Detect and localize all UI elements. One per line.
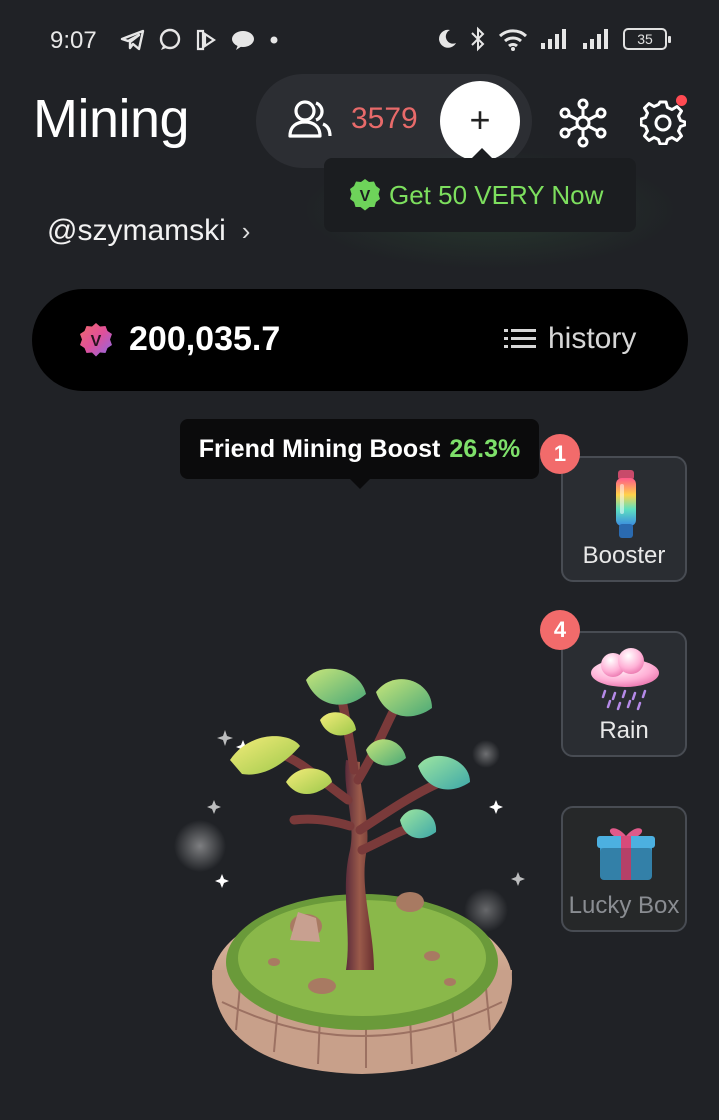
balance-value: 200,035.7 bbox=[129, 320, 281, 358]
status-time: 9:07 bbox=[50, 27, 97, 54]
chevron-right-icon: › bbox=[241, 215, 251, 246]
svg-text:V: V bbox=[91, 333, 102, 350]
rain-label: Rain bbox=[599, 717, 649, 744]
promo-text: Get 50 VERY Now bbox=[389, 179, 604, 210]
friends-icon[interactable] bbox=[286, 98, 334, 142]
bluetooth-icon bbox=[471, 26, 485, 52]
status-left-icons bbox=[120, 28, 280, 52]
telegram-icon bbox=[120, 29, 145, 51]
network-icon[interactable] bbox=[558, 98, 608, 148]
booster-button[interactable]: Booster bbox=[561, 456, 687, 582]
moon-icon bbox=[439, 29, 456, 48]
username: @szymamski bbox=[47, 214, 226, 247]
signal-icon bbox=[583, 29, 608, 49]
page-title: Mining bbox=[33, 89, 190, 149]
rain-count-badge: 4 bbox=[540, 610, 580, 650]
app-icon bbox=[196, 29, 216, 51]
lucky-box-button[interactable]: Lucky Box bbox=[561, 806, 687, 932]
svg-text:V: V bbox=[360, 188, 371, 205]
notification-dot bbox=[676, 95, 687, 106]
gift-box-icon bbox=[597, 828, 655, 880]
boost-label: Friend Mining Boost bbox=[198, 434, 441, 463]
rain-cloud-icon bbox=[591, 648, 659, 711]
status-bar: 9:07 35 bbox=[0, 0, 719, 80]
very-coin-icon: V bbox=[80, 323, 112, 357]
booster-potion-icon bbox=[616, 470, 636, 538]
signal-icon bbox=[541, 29, 566, 49]
booster-label: Booster bbox=[582, 542, 666, 569]
status-right-icons: 35 bbox=[435, 26, 671, 52]
history-link[interactable]: history bbox=[504, 322, 636, 356]
mining-tree-illustration[interactable] bbox=[170, 650, 550, 1090]
rain-button[interactable]: Rain bbox=[561, 631, 687, 757]
dot-icon bbox=[270, 36, 278, 44]
lucky-box-label: Lucky Box bbox=[568, 892, 680, 919]
wifi-icon bbox=[498, 29, 528, 51]
promo-tooltip[interactable]: V Get 50 VERY Now bbox=[324, 148, 636, 232]
settings-gear-icon[interactable] bbox=[640, 99, 686, 145]
history-label: history bbox=[548, 322, 637, 355]
very-badge-icon: V bbox=[350, 179, 380, 211]
chat-icon bbox=[159, 28, 181, 50]
friends-count: 3579 bbox=[351, 102, 418, 135]
battery-indicator: 35 bbox=[623, 28, 671, 50]
username-link[interactable]: @szymamski › bbox=[47, 214, 250, 248]
booster-count-badge: 1 bbox=[540, 434, 580, 474]
cloud-chat-icon bbox=[232, 31, 254, 50]
boost-value: 26.3% bbox=[449, 434, 521, 463]
boost-tooltip: Friend Mining Boost 26.3% bbox=[180, 419, 539, 489]
list-icon bbox=[504, 329, 536, 348]
